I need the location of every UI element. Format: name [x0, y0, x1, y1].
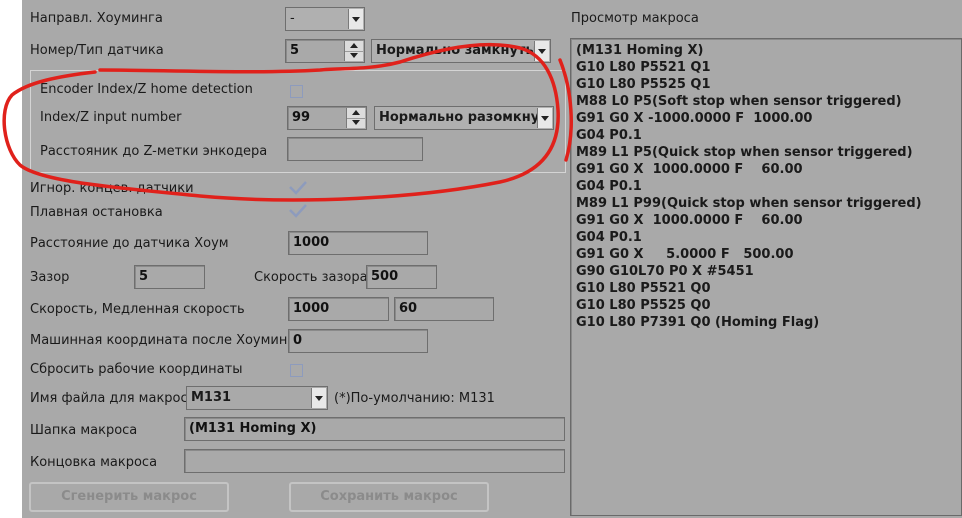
- homing-direction-value: -: [290, 11, 295, 26]
- gap-speed-input[interactable]: 500: [366, 265, 437, 289]
- gap-label: Зазор: [30, 270, 70, 285]
- dist-home-input[interactable]: 1000: [288, 231, 428, 255]
- sensor-type-select[interactable]: Нормально замкнуты: [371, 39, 551, 63]
- smooth-stop-label: Плавная остановка: [30, 205, 163, 220]
- reset-work-checkbox[interactable]: [290, 364, 303, 377]
- slow-speed-input[interactable]: 60: [394, 297, 494, 321]
- preview-line: G10 L80 P5521 Q0: [576, 281, 711, 296]
- chevron-down-icon[interactable]: [537, 108, 552, 128]
- gap-value: 5: [139, 269, 149, 284]
- slow-speed-value: 60: [399, 301, 418, 316]
- gap-input[interactable]: 5: [134, 265, 205, 289]
- speed-input[interactable]: 1000: [288, 297, 389, 321]
- sensor-label: Номер/Тип датчика: [30, 43, 164, 58]
- preview-line: G90 G10L70 P0 X #5451: [576, 264, 754, 279]
- macro-preview[interactable]: (M131 Homing X) G10 L80 P5521 Q1 G10 L80 P…: [570, 38, 962, 516]
- chevron-down-icon[interactable]: [534, 41, 549, 61]
- speeds-label: Скорость, Медленная скорость: [30, 302, 245, 317]
- index-input-label: Index/Z input number: [40, 110, 182, 125]
- homing-direction-label: Направл. Хоуминга: [30, 11, 163, 26]
- z-distance-input[interactable]: [287, 137, 423, 161]
- preview-line: G04 P0.1: [576, 128, 642, 143]
- preview-line: M89 L1 P5(Quick stop when sensor trigger…: [576, 145, 913, 160]
- gap-speed-label: Скорость зазора: [254, 270, 368, 285]
- spin-buttons[interactable]: [346, 108, 365, 128]
- index-type-value: Нормально разомкну: [379, 110, 540, 125]
- chevron-down-icon[interactable]: [348, 9, 363, 29]
- preview-line: G04 P0.1: [576, 230, 642, 245]
- preview-line: G91 G0 X 5.0000 F 500.00: [576, 247, 794, 262]
- generate-macro-button[interactable]: Сгенерить макрос: [29, 482, 229, 512]
- encoder-label: Encoder Index/Z home detection: [40, 82, 253, 97]
- machine-coord-value: 0: [293, 333, 303, 348]
- z-distance-label: Расстояник до Z-метки энкодера: [40, 144, 268, 159]
- homing-direction-select[interactable]: -: [285, 7, 365, 31]
- speed-value: 1000: [293, 301, 330, 316]
- reset-work-label: Сбросить рабочие координаты: [30, 362, 243, 377]
- chevron-down-icon[interactable]: [311, 388, 326, 408]
- footer-input[interactable]: [184, 449, 565, 473]
- preview-line: G91 G0 X -1000.0000 F 1000.00: [576, 111, 813, 126]
- preview-line: G91 G0 X 1000.0000 F 60.00: [576, 162, 803, 177]
- index-input-spinbox[interactable]: 99: [287, 106, 367, 130]
- default-note: (*)По-умолчанию: М131: [334, 391, 495, 406]
- preview-line: G04 P0.1: [576, 179, 642, 194]
- preview-line: G91 G0 X 1000.0000 F 60.00: [576, 213, 803, 228]
- index-input-value: 99: [292, 110, 311, 125]
- preview-line: M89 L1 P99(Quick stop when sensor trigge…: [576, 196, 922, 211]
- dist-home-value: 1000: [293, 235, 330, 250]
- save-macro-button[interactable]: Сохранить макрос: [289, 482, 489, 512]
- preview-line: G10 L80 P5525 Q0: [576, 298, 711, 313]
- machine-coord-label: Машинная координата после Хоуминга: [30, 333, 303, 348]
- header-input[interactable]: (M131 Homing X): [184, 417, 565, 441]
- preview-line: G10 L80 P5525 Q1: [576, 77, 711, 92]
- footer-label: Концовка макроса: [30, 455, 158, 470]
- preview-line: G10 L80 P5521 Q1: [576, 60, 711, 75]
- sensor-type-value: Нормально замкнуты: [376, 43, 538, 58]
- spin-down-icon[interactable]: [345, 51, 363, 61]
- preview-title: Просмотр макроса: [571, 11, 699, 26]
- sensor-number-spinbox[interactable]: 5: [285, 39, 365, 63]
- machine-coord-input[interactable]: 0: [288, 329, 428, 353]
- macro-file-value: M131: [191, 390, 232, 405]
- sensor-number-value: 5: [290, 43, 300, 58]
- smooth-stop-checkbox[interactable]: [288, 203, 308, 219]
- macro-file-label: Имя файла для макроса: [30, 391, 196, 406]
- header-value: (M131 Homing X): [189, 421, 317, 436]
- spin-down-icon[interactable]: [347, 118, 365, 128]
- macro-file-select[interactable]: M131: [186, 386, 328, 410]
- preview-line: (M131 Homing X): [576, 43, 704, 58]
- preview-line: G10 L80 P7391 Q0 (Homing Flag): [576, 315, 820, 330]
- header-label: Шапка макроса: [30, 423, 138, 438]
- dist-home-label: Расстояние до датчика Хоум: [30, 236, 229, 251]
- ignore-limits-checkbox[interactable]: [288, 180, 308, 196]
- index-type-select[interactable]: Нормально разомкну: [374, 106, 554, 130]
- encoder-checkbox[interactable]: [290, 85, 303, 98]
- ignore-limits-label: Игнор. концев. датчики: [30, 181, 194, 196]
- spin-buttons[interactable]: [344, 41, 363, 61]
- gap-speed-value: 500: [371, 269, 399, 284]
- preview-line: M88 L0 P5(Soft stop when sensor triggere…: [576, 94, 902, 109]
